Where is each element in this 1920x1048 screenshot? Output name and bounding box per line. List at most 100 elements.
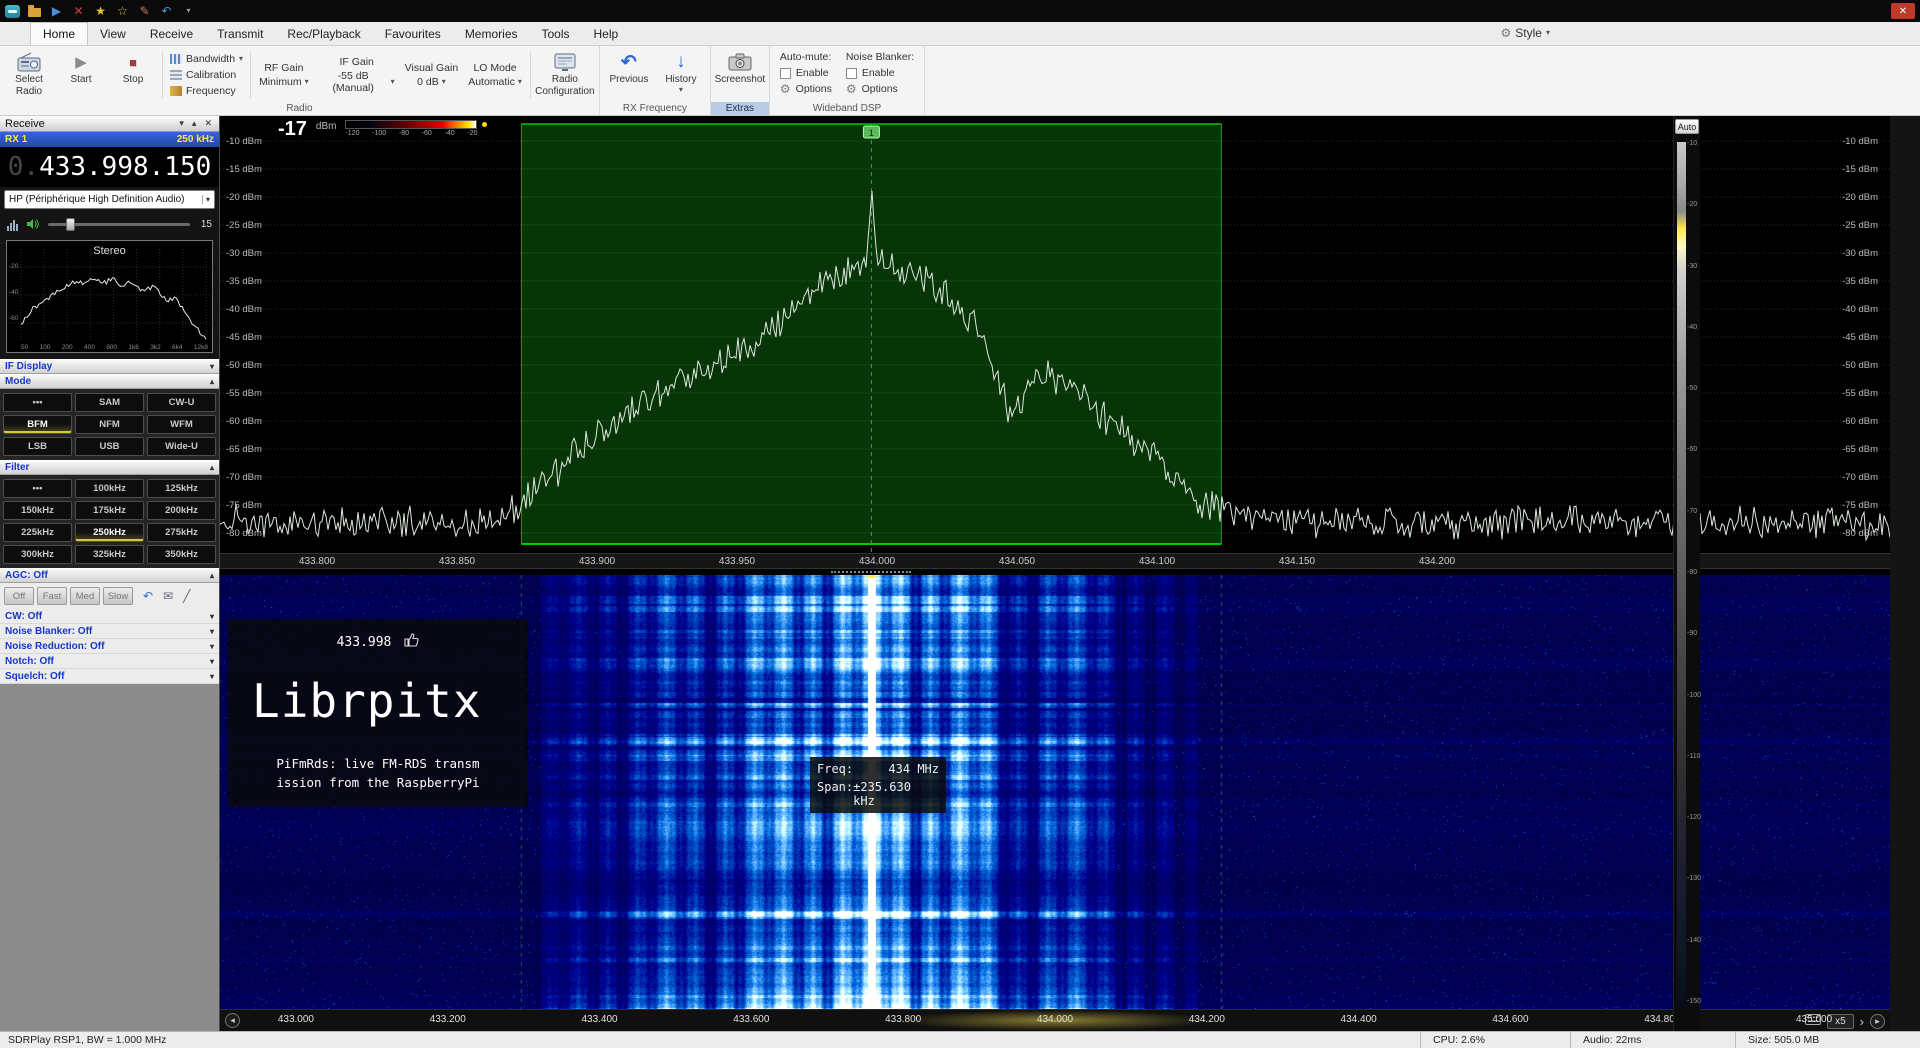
filter-button-more[interactable]: ••• bbox=[3, 479, 72, 498]
noise-blanker-section[interactable]: Noise Blanker: Off ▾ bbox=[0, 624, 219, 639]
agc-med-button[interactable]: Med bbox=[70, 587, 100, 605]
filter-button-125khz[interactable]: 125kHz bbox=[147, 479, 216, 498]
if-display-section-header[interactable]: IF Display ▾ bbox=[0, 359, 219, 374]
tab-transmit[interactable]: Transmit bbox=[205, 23, 275, 45]
thumbs-up-icon[interactable] bbox=[403, 632, 419, 652]
select-radio-button[interactable]: Select Radio bbox=[3, 47, 55, 102]
filter-button-225khz[interactable]: 225kHz bbox=[3, 523, 72, 542]
level-gradient-bar[interactable] bbox=[1677, 142, 1686, 1008]
rf-gain-dropdown[interactable]: RF Gain Minimum▾ bbox=[254, 47, 314, 102]
pan-right-icon[interactable]: › bbox=[1860, 1015, 1864, 1028]
band-scale[interactable]: ◂ x5 › ▸ 433.000433.200433.400433.600433… bbox=[220, 1009, 1890, 1031]
filter-button-325khz[interactable]: 325kHz bbox=[75, 545, 144, 564]
radio-configuration-button[interactable]: Radio Configuration bbox=[534, 47, 596, 102]
edit-icon[interactable]: ✎ bbox=[137, 3, 152, 19]
filter-button-175khz[interactable]: 175kHz bbox=[75, 501, 144, 520]
chevron-down-icon[interactable]: ▾ bbox=[210, 612, 214, 621]
auto-mute-options-button[interactable]: ⚙ Options bbox=[780, 83, 832, 95]
agc-off-button[interactable]: Off bbox=[4, 587, 34, 605]
stop-button[interactable]: ■ Stop bbox=[107, 47, 159, 102]
panel-close-icon[interactable]: ✕ bbox=[202, 118, 214, 129]
frequency-history-button[interactable]: ↓ History ▾ bbox=[655, 47, 707, 102]
noise-reduction-section[interactable]: Noise Reduction: Off ▾ bbox=[0, 639, 219, 654]
spectrum-frequency-axis[interactable]: 433.800433.850433.900433.950434.000434.0… bbox=[220, 553, 1890, 569]
chevron-down-icon[interactable]: ▾ bbox=[210, 362, 214, 371]
mode-button-lsb[interactable]: LSB bbox=[3, 437, 72, 456]
volume-slider-handle[interactable] bbox=[66, 218, 75, 231]
frequency-button[interactable]: Frequency bbox=[168, 85, 245, 97]
filter-button-100khz[interactable]: 100kHz bbox=[75, 479, 144, 498]
auto-mute-enable-checkbox[interactable]: Enable bbox=[780, 67, 832, 79]
undo-icon[interactable]: ↶ bbox=[143, 590, 153, 602]
visual-gain-dropdown[interactable]: Visual Gain 0 dB▾ bbox=[400, 47, 464, 102]
chevron-down-icon[interactable]: ▾ bbox=[210, 672, 214, 681]
level-colorbar[interactable]: -120-100-80-60-40-20 bbox=[345, 120, 477, 137]
lo-mode-dropdown[interactable]: LO Mode Automatic▾ bbox=[463, 47, 527, 102]
tab-rec-playback[interactable]: Rec/Playback bbox=[275, 23, 372, 45]
chevron-down-icon[interactable]: ▾ bbox=[210, 627, 214, 636]
chevron-up-icon[interactable]: ▴ bbox=[210, 571, 214, 580]
chevron-down-icon[interactable]: ▾ bbox=[210, 657, 214, 666]
tab-receive[interactable]: Receive bbox=[138, 23, 205, 45]
agc-section-header[interactable]: AGC: Off ▴ bbox=[0, 568, 219, 583]
splitter-handle[interactable] bbox=[831, 571, 911, 573]
open-folder-icon[interactable] bbox=[28, 8, 41, 17]
bandwidth-button[interactable]: Bandwidth ▾ bbox=[168, 53, 245, 65]
calibration-button[interactable]: Calibration bbox=[168, 69, 245, 81]
tab-help[interactable]: Help bbox=[582, 23, 631, 45]
favourite-outline-icon[interactable]: ☆ bbox=[115, 3, 130, 19]
envelope-icon[interactable]: ✉ bbox=[163, 590, 173, 602]
filter-button-350khz[interactable]: 350kHz bbox=[147, 545, 216, 564]
if-gain-dropdown[interactable]: IF Gain -55 dB (Manual)▾ bbox=[314, 47, 400, 102]
filter-button-250khz[interactable]: 250kHz bbox=[75, 523, 144, 542]
levels-icon[interactable] bbox=[7, 218, 19, 231]
spectrum-display[interactable]: 1 -17 dBm -120-100-80-60-40-20 -10 dBm-1… bbox=[220, 116, 1890, 553]
mode-button-usb[interactable]: USB bbox=[75, 437, 144, 456]
squelch-section[interactable]: Squelch: Off ▾ bbox=[0, 669, 219, 684]
spectrum-plot[interactable]: 1 bbox=[220, 116, 1890, 553]
noise-blanker-options-button[interactable]: ⚙ Options bbox=[846, 83, 914, 95]
mode-button-sam[interactable]: SAM bbox=[75, 393, 144, 412]
chevron-up-icon[interactable]: ▴ bbox=[210, 463, 214, 472]
scroll-right-button[interactable]: ▸ bbox=[1870, 1014, 1885, 1029]
mode-button-cw-u[interactable]: CW-U bbox=[147, 393, 216, 412]
undo-icon[interactable]: ↶ bbox=[159, 3, 174, 19]
rx-header[interactable]: RX 1 250 kHz bbox=[0, 132, 219, 147]
agc-fast-button[interactable]: Fast bbox=[37, 587, 67, 605]
volume-slider[interactable] bbox=[48, 223, 190, 226]
receive-panel-header[interactable]: Receive ▾ ▴ ✕ bbox=[0, 116, 219, 132]
waterfall-display[interactable]: 433.998 Librpitx PiFmRds: live FM-RDS tr… bbox=[220, 575, 1890, 1009]
close-button[interactable]: ✕ bbox=[1891, 3, 1915, 19]
screenshot-button[interactable]: Screenshot bbox=[714, 47, 766, 102]
agc-slow-button[interactable]: Slow bbox=[103, 587, 133, 605]
mode-button-wfm[interactable]: WFM bbox=[147, 415, 216, 434]
panel-menu-icon[interactable]: ▾ bbox=[177, 118, 186, 129]
mode-section-header[interactable]: Mode ▴ bbox=[0, 374, 219, 389]
speaker-icon[interactable] bbox=[26, 218, 41, 230]
previous-frequency-button[interactable]: ↶ Previous bbox=[603, 47, 655, 102]
favourite-icon[interactable]: ★ bbox=[93, 3, 108, 19]
filter-button-150khz[interactable]: 150kHz bbox=[3, 501, 72, 520]
scroll-left-button[interactable]: ◂ bbox=[225, 1013, 240, 1028]
panel-collapse-icon[interactable]: ▴ bbox=[190, 118, 199, 129]
noise-blanker-enable-checkbox[interactable]: Enable bbox=[846, 67, 914, 79]
tab-favourites[interactable]: Favourites bbox=[373, 23, 453, 45]
auto-range-button[interactable]: Auto bbox=[1675, 119, 1699, 134]
mode-button-more[interactable]: ••• bbox=[3, 393, 72, 412]
frequency-display[interactable]: 0.433.998.150 bbox=[0, 147, 219, 187]
quickbar-chevron-icon[interactable]: ▾ bbox=[181, 3, 196, 19]
style-selector[interactable]: ⚙ Style ▾ bbox=[1501, 26, 1550, 40]
tab-tools[interactable]: Tools bbox=[530, 23, 582, 45]
filter-button-200khz[interactable]: 200kHz bbox=[147, 501, 216, 520]
filter-button-275khz[interactable]: 275kHz bbox=[147, 523, 216, 542]
notch-section[interactable]: Notch: Off ▾ bbox=[0, 654, 219, 669]
tab-memories[interactable]: Memories bbox=[453, 23, 530, 45]
chevron-up-icon[interactable]: ▴ bbox=[210, 377, 214, 386]
audio-device-select[interactable]: HP (Périphérique High Definition Audio) … bbox=[4, 190, 215, 209]
cw-section[interactable]: CW: Off ▾ bbox=[0, 609, 219, 624]
filter-section-header[interactable]: Filter ▴ bbox=[0, 460, 219, 475]
delete-icon[interactable]: ✕ bbox=[71, 3, 86, 19]
mode-button-wide-u[interactable]: Wide-U bbox=[147, 437, 216, 456]
tab-view[interactable]: View bbox=[88, 23, 138, 45]
tab-home[interactable]: Home bbox=[30, 22, 88, 45]
